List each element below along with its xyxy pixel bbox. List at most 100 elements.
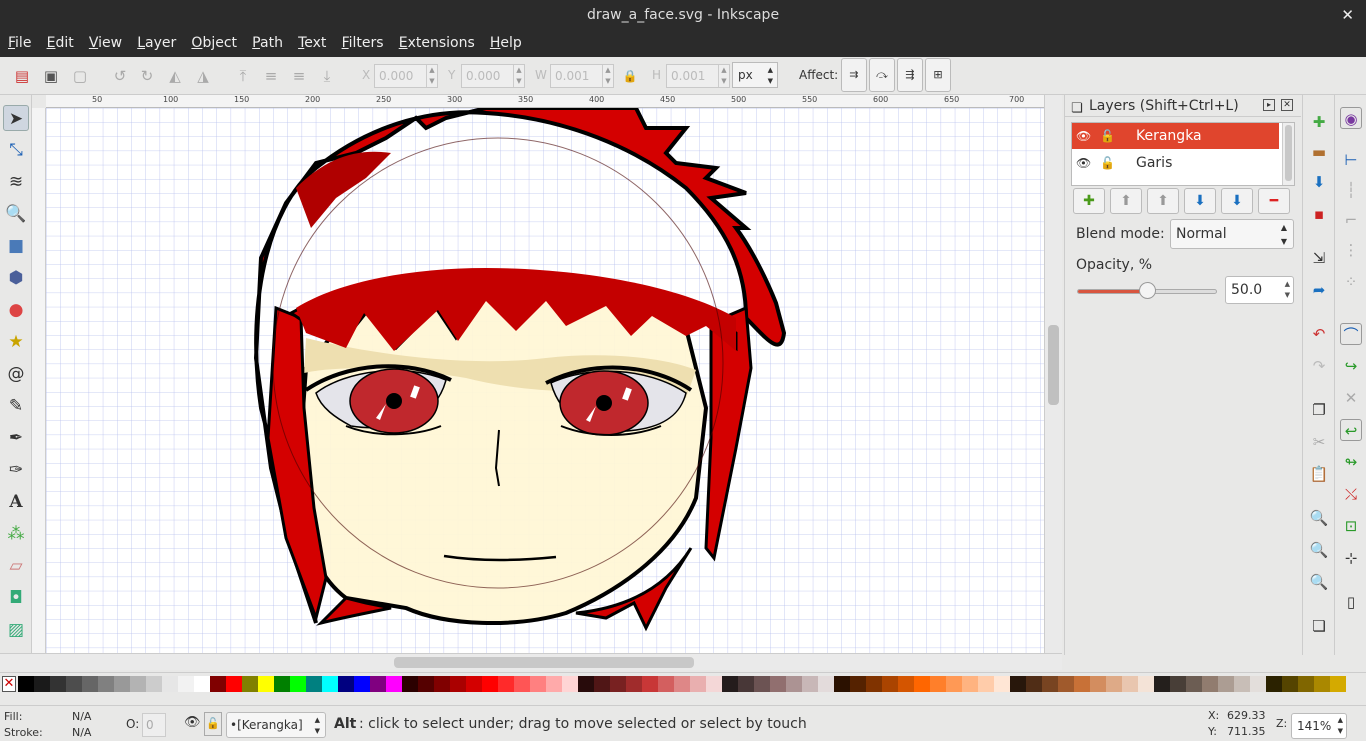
color-swatch[interactable] [178,676,194,692]
snap-bbox-centers-icon[interactable]: ⁘ [1340,271,1362,293]
vertical-scroll-thumb[interactable] [1048,325,1059,405]
color-swatch[interactable] [1234,676,1250,692]
stroke-value[interactable]: N/A [72,726,91,739]
color-swatch[interactable] [1266,676,1282,692]
color-swatch[interactable] [194,676,210,692]
color-swatch[interactable] [738,676,754,692]
object-opacity-field[interactable]: 0 [142,713,166,737]
color-swatch[interactable] [514,676,530,692]
flip-horizontal-icon[interactable]: ◮ [193,66,213,86]
color-swatch[interactable] [1186,676,1202,692]
color-swatch[interactable] [402,676,418,692]
color-swatch[interactable] [274,676,290,692]
menu-edit[interactable]: Edit [47,30,74,57]
color-swatch[interactable] [258,676,274,692]
lock-ratio-icon[interactable]: 🔒 [620,66,640,86]
color-swatch[interactable] [1282,676,1298,692]
raise-icon[interactable]: ≡ [261,66,281,86]
zoom-field[interactable]: 141% ▲ ▼ [1291,713,1347,739]
node-tool-icon[interactable]: ⤡ [3,137,29,163]
color-swatch[interactable] [354,676,370,692]
color-swatch[interactable] [962,676,978,692]
menu-path[interactable]: Path [252,30,283,57]
color-swatch[interactable] [658,676,674,692]
color-swatch[interactable] [1330,676,1346,692]
color-swatch[interactable] [818,676,834,692]
snap-intersections-icon[interactable]: ✕ [1340,387,1362,409]
color-swatch[interactable] [306,676,322,692]
color-swatch[interactable] [386,676,402,692]
3d-box-tool-icon[interactable]: ⬢ [3,265,29,291]
color-swatch[interactable] [498,676,514,692]
snap-smooth-nodes-icon[interactable]: ↬ [1340,451,1362,473]
x-field[interactable]: 0.000 ▲ ▼ [374,64,438,88]
color-swatch[interactable] [866,676,882,692]
color-swatch[interactable] [914,676,930,692]
menu-view[interactable]: View [89,30,122,57]
snap-bbox-corners-icon[interactable]: ⌐ [1340,209,1362,231]
color-swatch[interactable] [1106,676,1122,692]
menu-filters[interactable]: Filters [342,30,384,57]
eraser-tool-icon[interactable]: ▱ [3,553,29,579]
raise-layer-button[interactable]: ⬆ [1147,188,1179,214]
color-swatch[interactable] [50,676,66,692]
color-swatch[interactable] [1170,676,1186,692]
color-swatch[interactable] [1122,676,1138,692]
spin-arrows-icon[interactable]: ▲ ▼ [1338,715,1343,737]
menu-file[interactable]: File [8,30,31,57]
color-swatch[interactable] [1074,676,1090,692]
spin-arrows-icon[interactable]: ▲ ▼ [1285,279,1290,301]
color-swatch[interactable] [1202,676,1218,692]
tweak-tool-icon[interactable]: ≋ [3,169,29,195]
color-swatch[interactable] [418,676,434,692]
pen-tool-icon[interactable]: ✒ [3,425,29,451]
zoom-page-icon[interactable]: 🔍 [1308,571,1330,593]
vertical-scrollbar[interactable] [1044,95,1062,655]
color-swatch[interactable] [34,676,50,692]
color-swatch[interactable] [162,676,178,692]
current-layer-select[interactable]: •[Kerangka] ▲ ▼ [226,712,326,738]
lower-to-bottom-icon[interactable]: ⤓ [317,66,337,86]
color-swatch[interactable] [978,676,994,692]
zoom-drawing-icon[interactable]: 🔍 [1308,539,1330,561]
color-swatch[interactable] [834,676,850,692]
color-swatch[interactable] [946,676,962,692]
spray-tool-icon[interactable]: ⁂ [3,521,29,547]
layer-row-kerangka[interactable]: 👁 🔓 Kerangka [1072,123,1279,149]
color-swatch[interactable] [370,676,386,692]
color-swatch[interactable] [1298,676,1314,692]
spiral-tool-icon[interactable]: @ [3,361,29,387]
color-swatch[interactable] [642,676,658,692]
color-swatch[interactable] [242,676,258,692]
snap-bbox-icon[interactable]: ⊢ [1340,149,1362,171]
color-swatch[interactable] [130,676,146,692]
horizontal-scrollbar[interactable] [0,653,1062,670]
zoom-selection-icon[interactable]: 🔍 [1308,507,1330,529]
color-swatch[interactable] [898,676,914,692]
cut-icon[interactable]: ✂ [1308,431,1330,453]
layer-visibility-icon[interactable]: 👁 [184,715,201,730]
color-swatch[interactable] [850,676,866,692]
color-swatch[interactable] [930,676,946,692]
color-swatch[interactable] [290,676,306,692]
lock-icon[interactable]: 🔓 [1100,150,1115,176]
close-panel-icon[interactable]: ✕ [1281,99,1293,111]
copy-icon[interactable]: ❐ [1308,399,1330,421]
color-swatch[interactable] [994,676,1010,692]
opacity-input[interactable]: 50.0 ▲ ▼ [1225,276,1294,304]
undo-icon[interactable]: ↶ [1308,323,1330,345]
color-swatch[interactable] [98,676,114,692]
fill-value[interactable]: N/A [72,710,91,723]
snap-bbox-edges-icon[interactable]: ┆ [1340,179,1362,201]
snap-toggle-icon[interactable]: ◉ [1340,107,1362,129]
menu-layer[interactable]: Layer [137,30,176,57]
affect-rounded-corners-button[interactable]: ⤼ [869,58,895,92]
color-swatch[interactable] [226,676,242,692]
add-layer-button[interactable]: ✚ [1073,188,1105,214]
opacity-slider-handle[interactable] [1139,282,1156,299]
color-swatch[interactable] [562,676,578,692]
delete-layer-button[interactable]: ━ [1258,188,1290,214]
visibility-eye-icon[interactable]: 👁 [1076,123,1091,149]
color-swatch[interactable] [626,676,642,692]
snap-midpoints-icon[interactable]: ⤯ [1340,483,1362,505]
